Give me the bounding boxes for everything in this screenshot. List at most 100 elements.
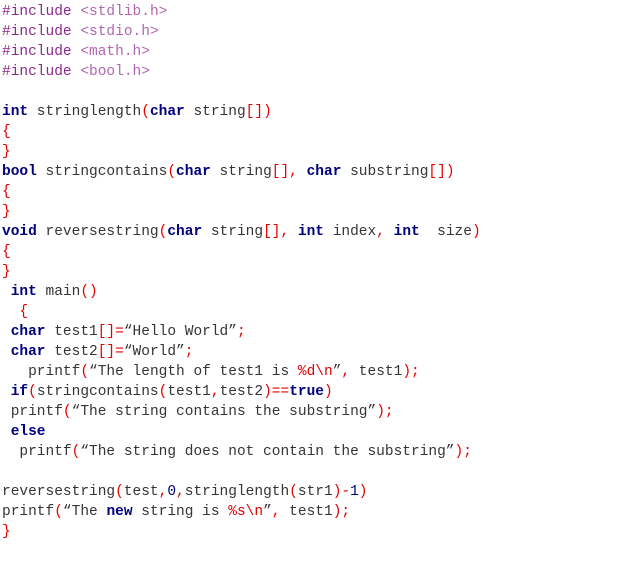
code-token-id: str1 <box>297 484 333 500</box>
code-token-punc: [], <box>263 224 290 240</box>
code-token-id: string <box>210 164 272 180</box>
code-token-punc: ); <box>402 364 420 380</box>
code-token-num: 0 <box>167 484 177 500</box>
code-token-str: ” <box>263 504 272 520</box>
code-token-pre: #include <box>2 44 72 60</box>
code-token-id <box>2 304 19 320</box>
code-token-punc: , <box>341 364 351 380</box>
code-token-id: string <box>184 104 246 120</box>
code-line: void reversestring(char string[], int in… <box>2 222 642 242</box>
code-token-id: test1 <box>350 364 403 380</box>
code-token-punc: []= <box>97 344 124 360</box>
code-line: printf(“The string contains the substrin… <box>2 402 642 422</box>
code-token-kw: new <box>106 504 133 520</box>
code-token-pre: #include <box>2 4 72 20</box>
code-token-hdr: <bool.h> <box>80 64 150 80</box>
code-token-punc: ); <box>376 404 394 420</box>
code-token-punc: ( <box>62 404 72 420</box>
code-token-kw: bool <box>2 164 37 180</box>
code-token-fmt: %s\n <box>228 504 264 520</box>
code-token-id <box>2 324 11 340</box>
code-token-punc: []= <box>97 324 124 340</box>
code-token-kw: if <box>10 384 29 400</box>
code-line: } <box>2 262 642 282</box>
code-token-punc: ) <box>358 484 368 500</box>
code-token-id: stringlength <box>28 104 142 120</box>
code-token-id <box>2 424 11 440</box>
code-token-punc: , <box>376 224 385 240</box>
code-token-str: string is <box>132 504 229 520</box>
code-line: char test2[]=“World”; <box>2 342 642 362</box>
code-line: if(stringcontains(test1,test2)==true) <box>2 382 642 402</box>
code-token-id <box>2 284 11 300</box>
code-line: else <box>2 422 642 442</box>
code-listing: #include <stdlib.h> #include <stdio.h> #in… <box>0 0 642 568</box>
code-line: } <box>2 522 642 542</box>
code-token-kw: char <box>10 344 46 360</box>
code-token-id: stringcontains <box>36 164 168 180</box>
code-token-str: “World” <box>123 344 185 360</box>
code-line: } <box>2 142 642 162</box>
code-token-punc: ; <box>184 344 194 360</box>
code-token-punc: ( <box>80 364 90 380</box>
code-token-id: test <box>123 484 159 500</box>
code-token-hdr: <stdio.h> <box>80 24 159 40</box>
code-token-id: string <box>202 224 264 240</box>
code-token-brace: } <box>2 264 11 280</box>
code-token-punc: ); <box>454 444 472 460</box>
code-token-id: size <box>419 224 472 240</box>
code-token-kw: void <box>2 224 37 240</box>
code-token-punc: [], <box>271 164 298 180</box>
code-token-id: index <box>324 224 377 240</box>
code-token-punc: ( <box>115 484 124 500</box>
code-token-id <box>289 224 298 240</box>
code-line: printf(“The string does not contain the … <box>2 442 642 462</box>
code-token-punc: ) <box>324 384 333 400</box>
code-token-punc: () <box>80 284 98 300</box>
code-token-str: “Hello World” <box>123 324 237 340</box>
code-token-id: reversestring <box>36 224 159 240</box>
code-token-id <box>385 224 394 240</box>
code-token-punc: , <box>176 484 185 500</box>
code-token-kw: int <box>2 104 29 120</box>
code-token-id: printf <box>2 444 72 460</box>
code-token-id: test2 <box>45 344 98 360</box>
code-token-id: test1 <box>45 324 98 340</box>
code-token-kw: int <box>393 224 420 240</box>
code-line: int stringlength(char string[]) <box>2 102 642 122</box>
code-token-punc: ); <box>332 504 351 520</box>
code-token-hdr: <stdlib.h> <box>80 4 168 20</box>
code-token-id: test1 <box>280 504 333 520</box>
code-line: { <box>2 242 642 262</box>
code-token-pre: #include <box>2 64 72 80</box>
code-token-punc: , <box>210 384 220 400</box>
code-token-id: test1 <box>167 384 211 400</box>
code-token-fmt: %d\n <box>297 364 333 380</box>
code-token-id <box>2 344 11 360</box>
code-token-punc: ( <box>141 104 150 120</box>
code-token-id: printf <box>2 364 81 380</box>
code-line: #include <stdio.h> <box>2 22 642 42</box>
code-line: printf(“The length of test1 is %d\n”, te… <box>2 362 642 382</box>
code-token-num: 1 <box>350 484 359 500</box>
code-token-id <box>298 164 307 180</box>
code-token-kw: char <box>149 104 185 120</box>
code-token-kw: char <box>10 324 46 340</box>
code-token-str: “The string does not contain the substri… <box>80 444 455 460</box>
code-line: { <box>2 302 642 322</box>
code-token-brace: } <box>2 204 11 220</box>
code-line: char test1[]=“Hello World”; <box>2 322 642 342</box>
code-token-punc: ) <box>471 224 481 240</box>
code-token-id: stringlength <box>184 484 290 500</box>
code-token-punc: )== <box>263 384 290 400</box>
code-token-str: “The length of test1 is <box>89 364 298 380</box>
code-token-punc: []) <box>428 164 455 180</box>
code-line: #include <math.h> <box>2 42 642 62</box>
code-token-kw: else <box>10 424 46 440</box>
code-line: int main() <box>2 282 642 302</box>
code-token-kw: true <box>289 384 324 400</box>
code-token-brace: { <box>2 244 11 260</box>
code-token-id: printf <box>2 404 63 420</box>
